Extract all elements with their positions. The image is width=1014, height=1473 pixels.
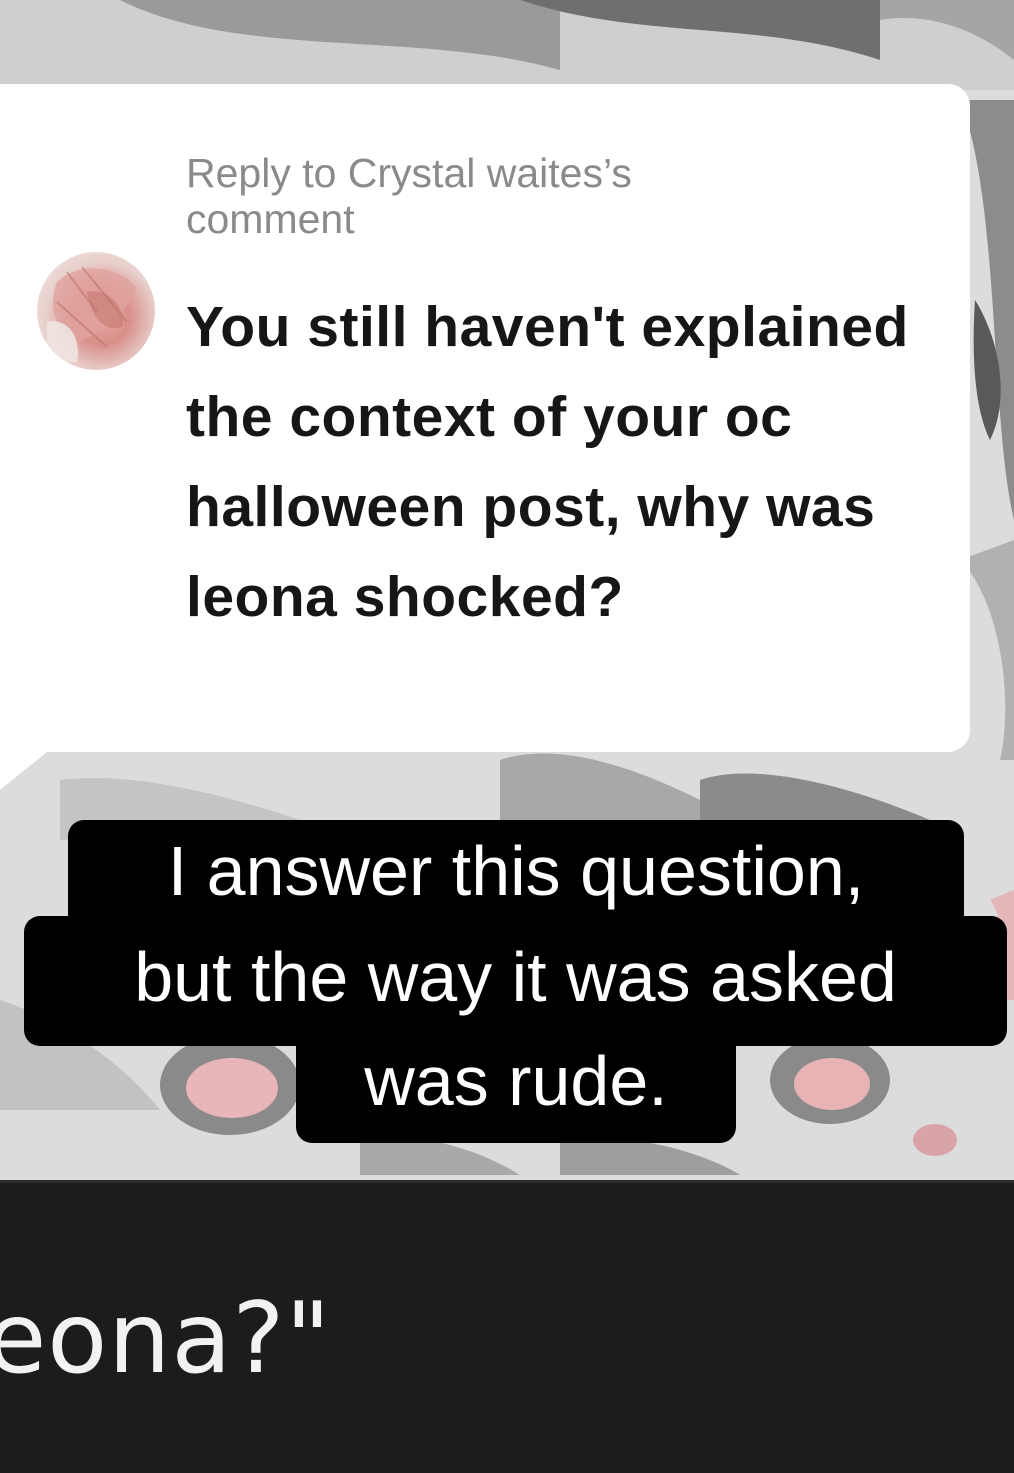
commenter-avatar[interactable] [37, 252, 155, 370]
background-partial-text: eona?" [0, 1282, 332, 1396]
bubble-tail [0, 748, 52, 790]
reply-header: Reply to Crystal waites’s comment [186, 150, 632, 242]
caption-line-3: was rude. [296, 1030, 736, 1143]
video-frame: Reply to Crystal waites’s comment You st… [0, 0, 1014, 1473]
comment-text: You still haven't explained the context … [186, 295, 909, 629]
caption-line-2: but the way it was asked [24, 916, 1007, 1046]
avatar-image [47, 266, 137, 362]
